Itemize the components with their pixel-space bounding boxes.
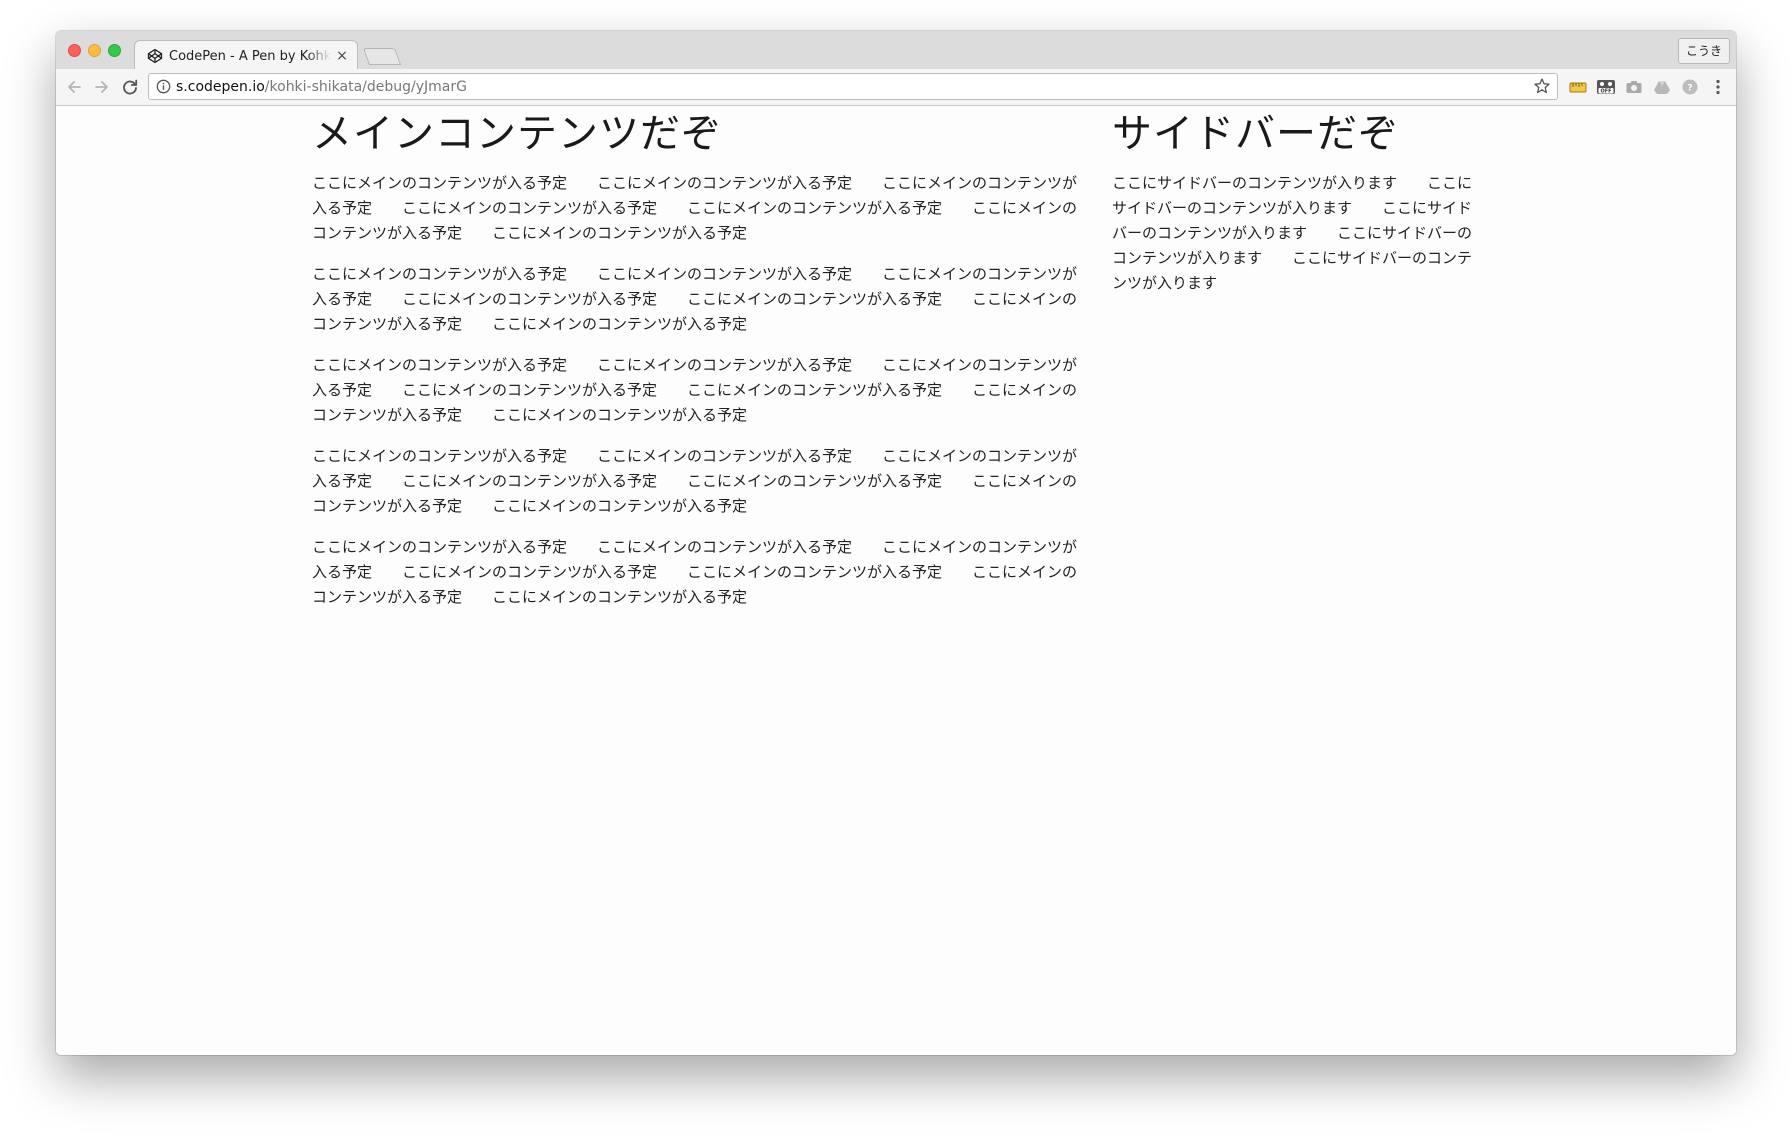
camera-icon[interactable] <box>1624 77 1644 97</box>
close-tab-icon[interactable]: × <box>335 48 349 64</box>
main-paragraph: ここにメインのコンテンツが入る予定 ここにメインのコンテンツが入る予定 ここにメ… <box>312 174 1078 242</box>
codepen-logo-icon <box>147 48 163 64</box>
browser-toolbar: s.codepen.io/kohki-shikata/debug/yJmarG … <box>56 69 1736 106</box>
menu-icon[interactable] <box>1710 77 1726 97</box>
tab-title: CodePen - A Pen by Kohki SHIKATA <box>169 48 331 64</box>
sidebar: サイドバーだぞ ここにサイドバーのコンテンツが入ります ここにサイドバーのコンテ… <box>1112 106 1480 312</box>
back-arrow-icon[interactable] <box>64 77 84 97</box>
tab-codepen[interactable]: CodePen - A Pen by Kohki SHIKATA × <box>134 40 358 71</box>
url-text[interactable]: s.codepen.io/kohki-shikata/debug/yJmarG <box>176 78 467 96</box>
close-window-button[interactable] <box>68 44 81 57</box>
minimize-window-button[interactable] <box>88 44 101 57</box>
browser-window: CodePen - A Pen by Kohki SHIKATA × こうき <box>56 31 1736 1055</box>
main-paragraph: ここにメインのコンテンツが入る予定 ここにメインのコンテンツが入る予定 ここにメ… <box>312 265 1078 333</box>
url-path: /kohki-shikata/debug/yJmarG <box>264 79 467 95</box>
reload-icon[interactable] <box>120 77 140 97</box>
drive-icon[interactable] <box>1652 77 1672 97</box>
extension-off-icon[interactable]: OFF <box>1596 77 1616 97</box>
main-heading: メインコンテンツだぞ <box>312 111 722 157</box>
sidebar-heading: サイドバーだぞ <box>1112 111 1399 157</box>
svg-text:OFF: OFF <box>1600 89 1611 95</box>
main-paragraph: ここにメインのコンテンツが入る予定 ここにメインのコンテンツが入る予定 ここにメ… <box>312 538 1078 606</box>
main-paragraph: ここにメインのコンテンツが入る予定 ここにメインのコンテンツが入る予定 ここにメ… <box>312 356 1078 424</box>
url-host: s.codepen.io <box>176 79 265 95</box>
info-icon[interactable] <box>156 79 171 94</box>
star-icon[interactable] <box>1533 77 1551 95</box>
page-viewport: メインコンテンツだぞ ここにメインのコンテンツが入る予定 ここにメインのコンテン… <box>56 106 1736 1055</box>
address-bar[interactable]: s.codepen.io/kohki-shikata/debug/yJmarG <box>148 73 1558 100</box>
main-content: メインコンテンツだぞ ここにメインのコンテンツが入る予定 ここにメインのコンテン… <box>312 106 1080 626</box>
ruler-extension-icon[interactable] <box>1568 77 1588 97</box>
sidebar-paragraph: ここにサイドバーのコンテンツが入ります ここにサイドバーのコンテンツが入ります … <box>1112 174 1473 292</box>
main-paragraph: ここにメインのコンテンツが入る予定 ここにメインのコンテンツが入る予定 ここにメ… <box>312 447 1078 515</box>
svg-text:?: ? <box>1687 84 1692 94</box>
desktop-background: CodePen - A Pen by Kohki SHIKATA × こうき <box>0 0 1792 1135</box>
new-tab-button[interactable] <box>362 48 402 65</box>
forward-arrow-icon[interactable] <box>92 77 112 97</box>
profile-button[interactable]: こうき <box>1677 38 1730 64</box>
tab-strip: CodePen - A Pen by Kohki SHIKATA × こうき <box>56 31 1736 71</box>
evernote-extension-icon[interactable]: ? <box>1680 77 1700 97</box>
zoom-window-button[interactable] <box>108 44 121 57</box>
